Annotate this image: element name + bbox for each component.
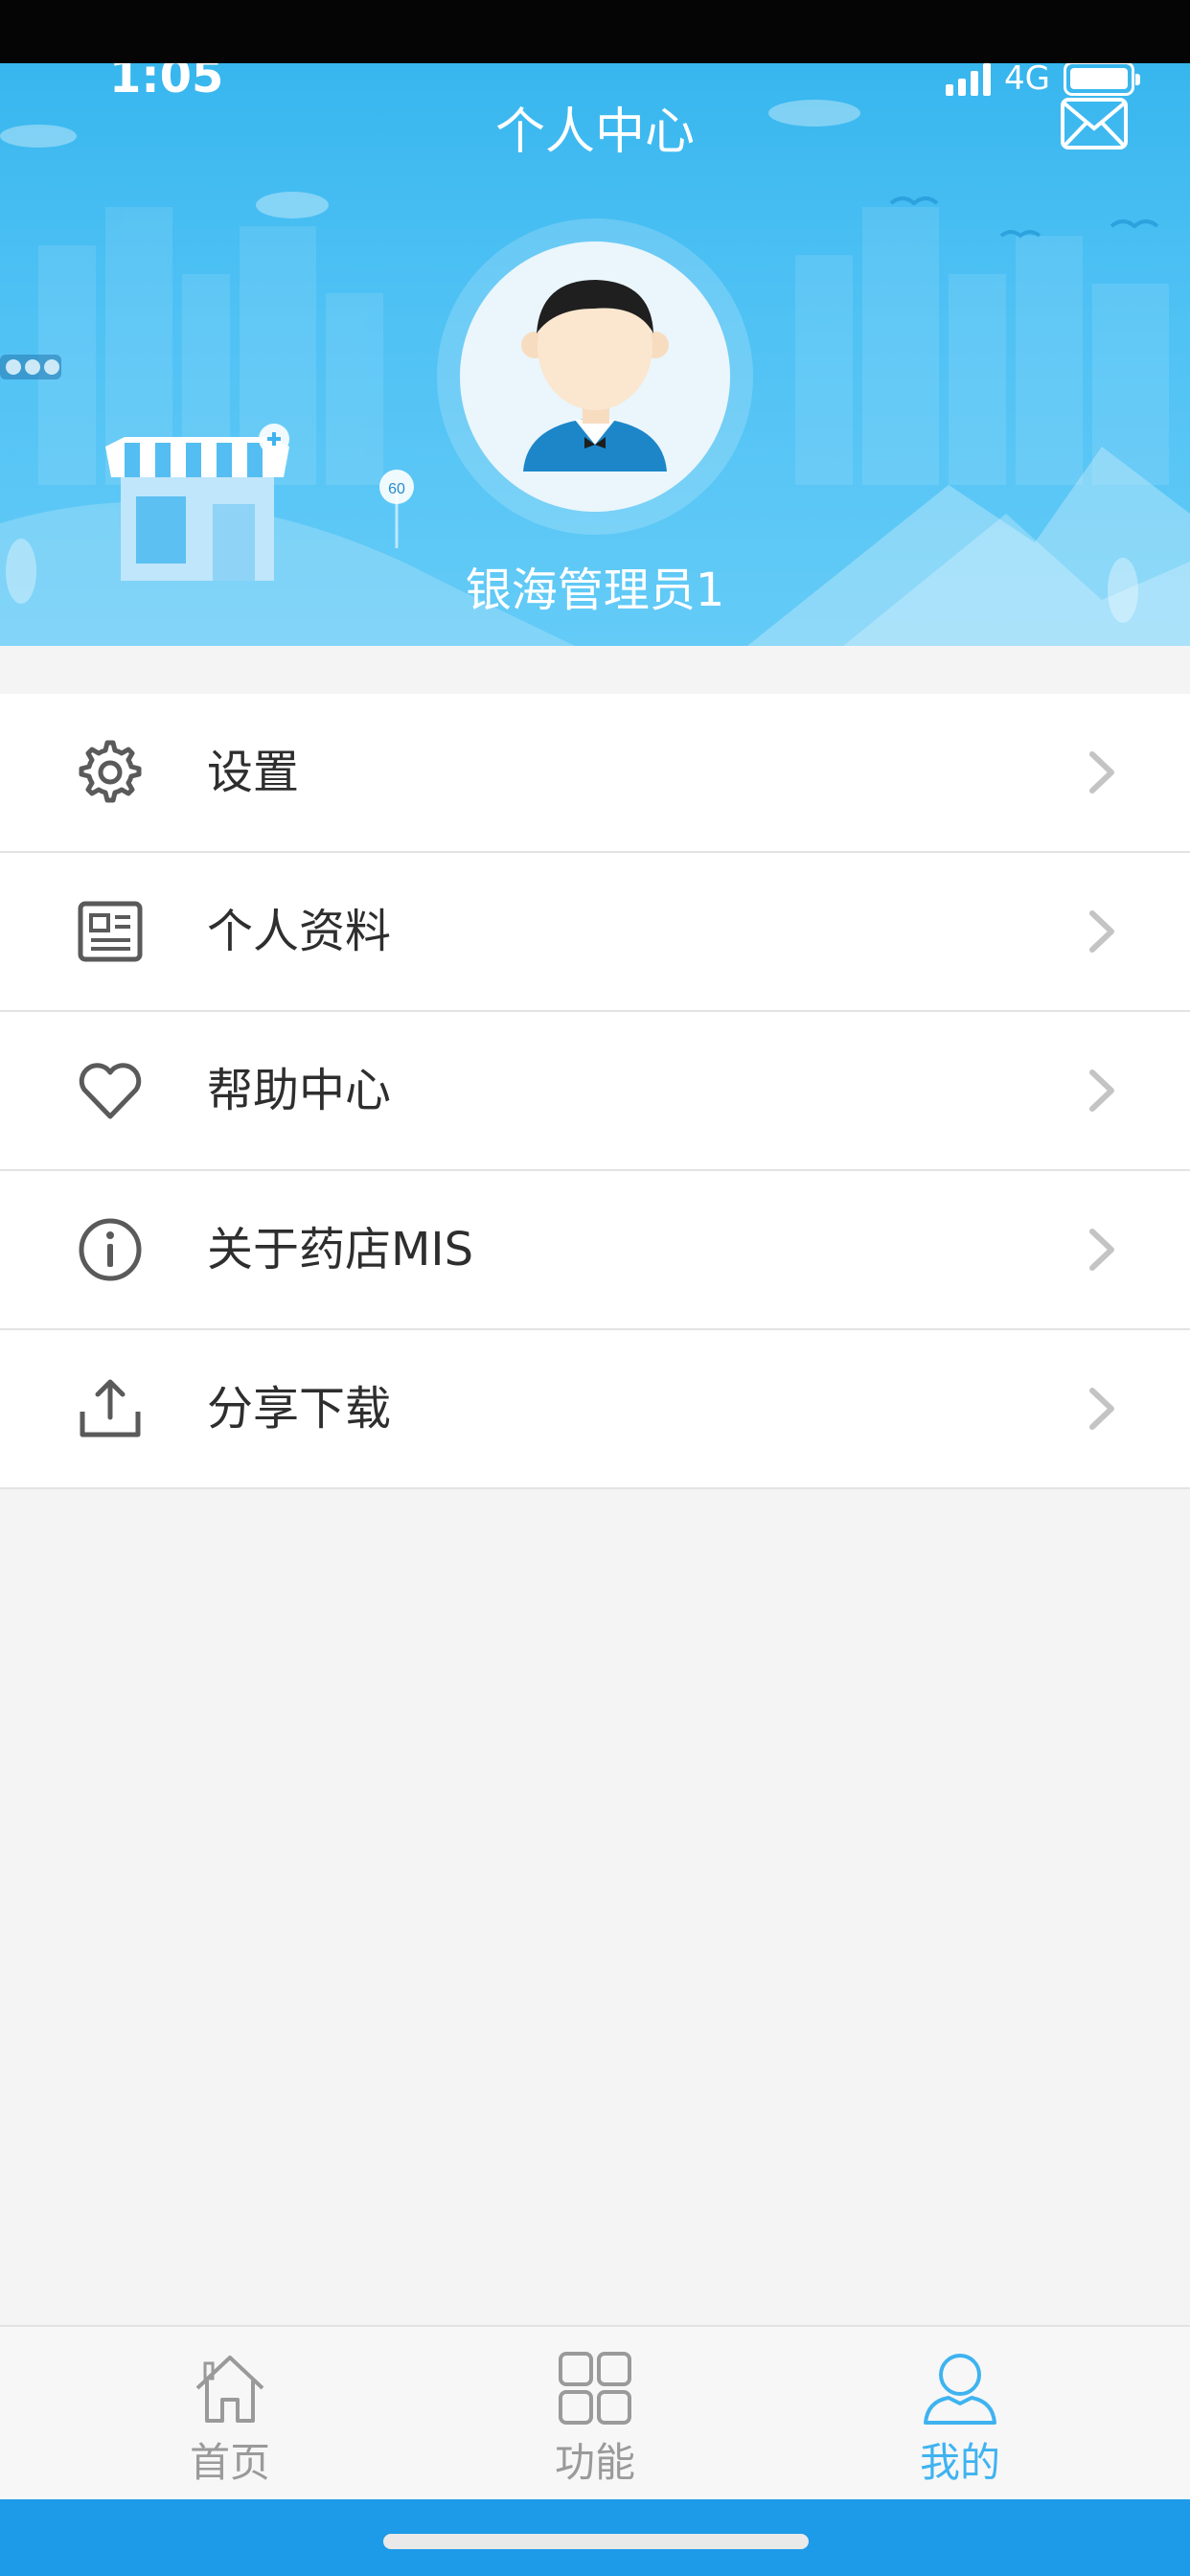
tab-label: 我的	[919, 2439, 1000, 2486]
profile-header: 60 1:05 4G 个人中心 银海管理员1	[0, 63, 1190, 646]
chevron-right-icon	[1089, 1388, 1114, 1430]
tab-mine[interactable]: 我的	[762, 2327, 1158, 2499]
top-black-strip	[0, 0, 1190, 63]
home-indicator[interactable]	[383, 2534, 809, 2549]
chevron-right-icon	[1089, 1070, 1114, 1112]
avatar-person-icon	[521, 280, 669, 472]
status-indicators: 4G	[946, 63, 1140, 98]
speed-sign-number: 60	[388, 481, 405, 497]
battery-icon	[1064, 63, 1140, 96]
menu-item-share[interactable]: 分享下载	[0, 1330, 1190, 1489]
chevron-right-icon	[1089, 1229, 1114, 1271]
menu-item-profile[interactable]: 个人资料	[0, 853, 1190, 1012]
gear-icon	[79, 740, 142, 803]
settings-menu: 设置 个人资料 帮助中心 关于药店MIS 分享下载	[0, 694, 1190, 1489]
chevron-right-icon	[1089, 910, 1114, 953]
avatar[interactable]	[460, 242, 730, 512]
menu-item-about[interactable]: 关于药店MIS	[0, 1171, 1190, 1330]
status-time: 1:05	[109, 63, 224, 104]
heart-icon	[79, 1063, 142, 1119]
username: 银海管理员1	[465, 564, 725, 617]
menu-item-label: 关于药店MIS	[207, 1223, 474, 1276]
info-icon	[79, 1218, 142, 1281]
tab-label: 首页	[189, 2439, 270, 2486]
profile-card-icon	[78, 901, 143, 962]
menu-item-label: 设置	[207, 746, 300, 799]
menu-item-help[interactable]: 帮助中心	[0, 1012, 1190, 1171]
menu-item-label: 帮助中心	[207, 1064, 392, 1117]
menu-item-settings[interactable]: 设置	[0, 694, 1190, 853]
network-type: 4G	[1004, 63, 1050, 98]
home-icon	[195, 2356, 264, 2423]
mail-icon[interactable]	[1060, 96, 1129, 153]
bottom-tab-bar: 首页 功能 我的	[0, 2325, 1190, 2499]
chevron-right-icon	[1089, 751, 1114, 794]
menu-item-label: 分享下载	[207, 1382, 392, 1436]
tab-home[interactable]: 首页	[32, 2327, 428, 2499]
share-upload-icon	[80, 1379, 141, 1438]
tab-functions[interactable]: 功能	[397, 2327, 793, 2499]
page-title: 个人中心	[494, 104, 695, 161]
tab-label: 功能	[554, 2439, 635, 2486]
signal-icon	[946, 63, 992, 96]
menu-item-label: 个人资料	[207, 905, 392, 958]
user-icon	[924, 2354, 996, 2425]
grid-icon	[559, 2352, 631, 2425]
